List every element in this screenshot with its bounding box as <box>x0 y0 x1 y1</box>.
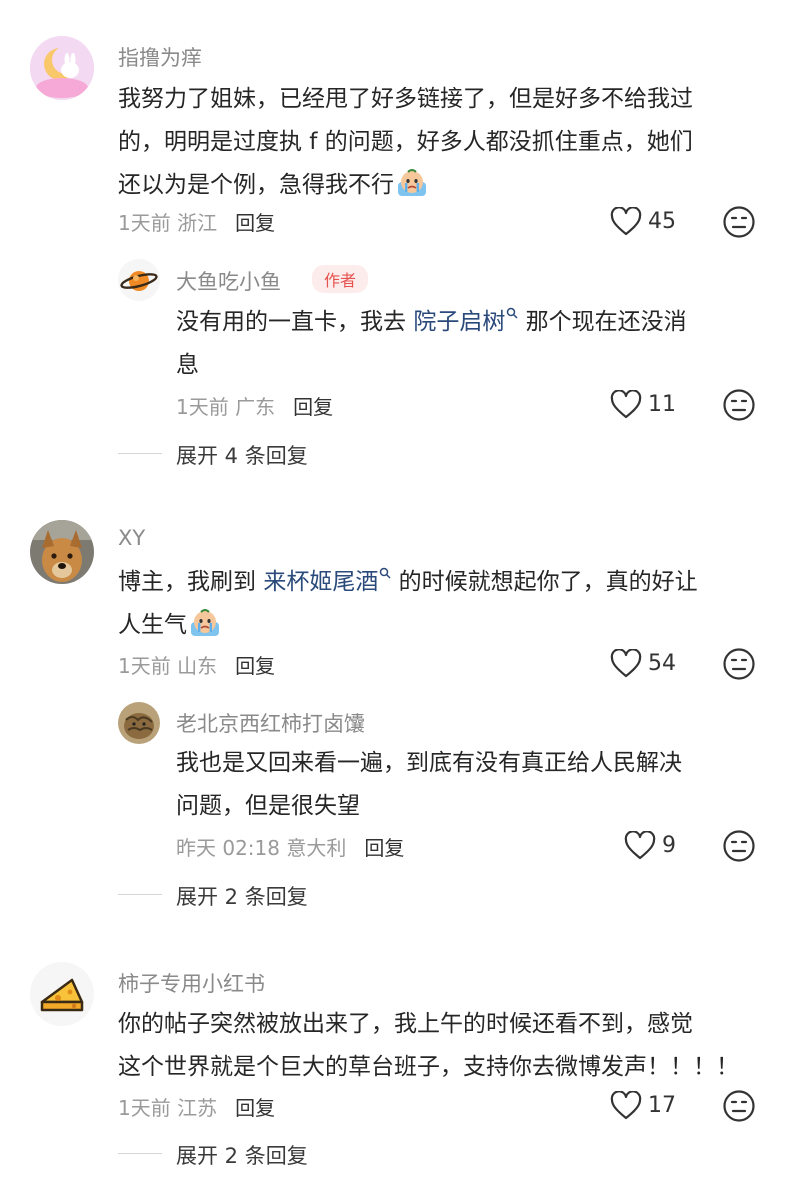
heart-outline-icon[interactable] <box>610 390 642 420</box>
comment-meta: 1天前 浙江 回复 <box>118 211 276 235</box>
like-count: 9 <box>662 833 676 858</box>
heart-outline-icon[interactable] <box>610 207 642 237</box>
expand-divider <box>118 894 162 895</box>
avatar[interactable] <box>30 962 94 1026</box>
username[interactable]: 老北京西红柿打卤馕 <box>176 708 365 738</box>
reply-meta: 昨天 02:18 意大利 回复 <box>176 836 405 860</box>
comment-text: 博主，我刷到 来杯姬尾酒 的时候就想起你了，真的好让 人生气 <box>118 567 698 638</box>
author-badge: 作者 <box>312 265 369 293</box>
heart-outline-icon[interactable] <box>610 1091 642 1121</box>
heart-outline-icon[interactable] <box>624 831 656 861</box>
search-small-icon <box>380 567 391 579</box>
neutral-face-icon[interactable] <box>722 1089 756 1123</box>
expand-replies-button[interactable]: 展开 4 条回复 <box>176 440 308 470</box>
expand-divider <box>118 453 162 454</box>
expand-divider <box>118 1153 162 1154</box>
avatar[interactable] <box>30 520 94 584</box>
reply-meta: 1天前 广东 回复 <box>176 395 334 419</box>
like-count: 11 <box>648 392 676 417</box>
heart-outline-icon[interactable] <box>610 649 642 679</box>
like-count: 54 <box>648 651 676 676</box>
search-link[interactable]: 院子启树 <box>413 309 505 335</box>
avatar[interactable] <box>118 702 160 744</box>
username[interactable]: 指撸为痒 <box>118 42 202 72</box>
reply-button[interactable]: 回复 <box>364 836 404 860</box>
comment-meta: 1天前 山东 回复 <box>118 654 276 678</box>
like-count: 17 <box>648 1093 676 1118</box>
search-small-icon <box>507 307 518 319</box>
username[interactable]: 柿子专用小红书 <box>118 968 265 998</box>
search-link[interactable]: 来杯姬尾酒 <box>263 569 378 595</box>
like-count: 45 <box>648 209 676 234</box>
reply-text: 我也是又回来看一遍，到底有没有真正给人民解决 问题，但是很失望 <box>176 750 682 819</box>
crying-face-emoji <box>191 609 219 636</box>
reply-button[interactable]: 回复 <box>293 395 333 419</box>
comment-meta: 1天前 江苏 回复 <box>118 1096 276 1120</box>
neutral-face-icon[interactable] <box>722 647 756 681</box>
reply-button[interactable]: 回复 <box>235 654 275 678</box>
neutral-face-icon[interactable] <box>722 205 756 239</box>
expand-replies-button[interactable]: 展开 2 条回复 <box>176 881 308 911</box>
avatar[interactable] <box>118 259 160 301</box>
neutral-face-icon[interactable] <box>722 388 756 422</box>
username[interactable]: 大鱼吃小鱼 <box>176 266 281 296</box>
reply-text: 没有用的一直卡，我去 院子启树 那个现在还没消 息 <box>176 307 687 378</box>
neutral-face-icon[interactable] <box>722 829 756 863</box>
reply-button[interactable]: 回复 <box>235 211 275 235</box>
comment-text: 你的帖子突然被放出来了，我上午的时候还看不到，感觉 这个世界就是个巨大的草台班子… <box>118 1011 739 1080</box>
username[interactable]: XY <box>118 526 145 550</box>
avatar[interactable] <box>30 36 94 100</box>
reply-button[interactable]: 回复 <box>235 1096 275 1120</box>
comment-text: 我努力了姐妹，已经甩了好多链接了，但是好多不给我过 的，明明是过度执 f 的问题… <box>118 86 693 198</box>
crying-face-emoji <box>398 169 426 196</box>
expand-replies-button[interactable]: 展开 2 条回复 <box>176 1140 308 1170</box>
